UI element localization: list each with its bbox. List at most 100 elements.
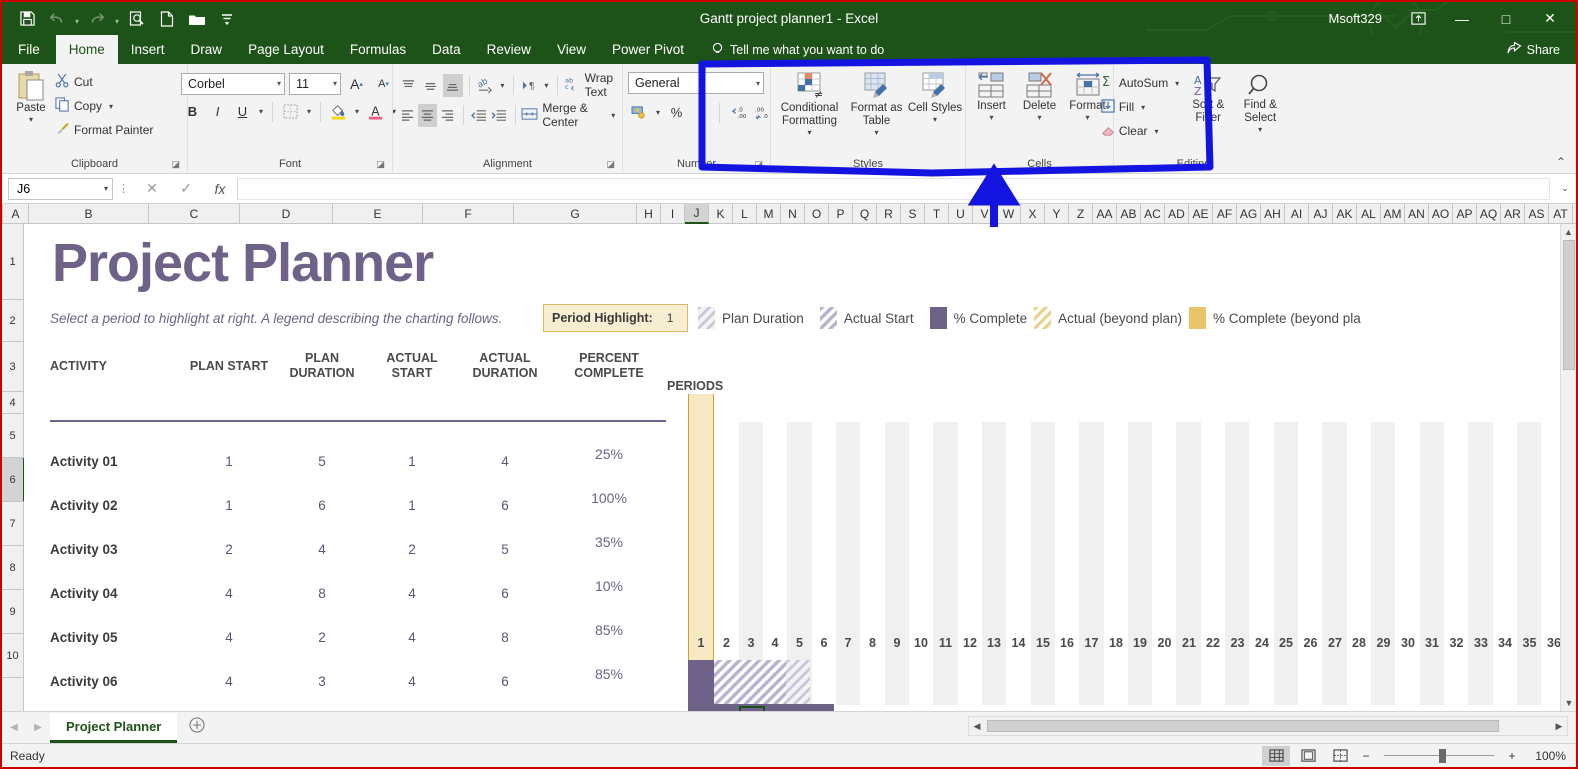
- open-folder-icon[interactable]: [182, 6, 212, 32]
- alignment-dialog-launcher-icon[interactable]: ◪: [606, 156, 615, 172]
- insert-function-icon[interactable]: fx: [203, 181, 237, 197]
- formula-input[interactable]: [237, 177, 1550, 200]
- sheet-tab-project-planner[interactable]: Project Planner: [50, 712, 178, 743]
- chevron-down-icon[interactable]: ▾: [1037, 113, 1041, 122]
- merge-center-button[interactable]: Merge & Center ▾: [521, 101, 617, 129]
- chevron-down-icon[interactable]: ▾: [933, 115, 937, 124]
- chevron-down-icon[interactable]: ▾: [1206, 125, 1210, 134]
- cut-button[interactable]: Cut: [55, 70, 153, 94]
- add-sheet-button[interactable]: [177, 717, 217, 738]
- column-header-D[interactable]: D: [240, 204, 333, 224]
- column-header-AS[interactable]: AS: [1525, 204, 1549, 224]
- row-header-2[interactable]: 2: [2, 300, 23, 342]
- row-header-10[interactable]: 10: [2, 634, 23, 678]
- increase-decimal-button[interactable]: .0.00: [726, 101, 749, 124]
- column-header-U[interactable]: U: [949, 204, 973, 224]
- column-header-A[interactable]: A: [3, 204, 29, 224]
- fill-button[interactable]: Fill ▾: [1101, 95, 1182, 119]
- redo-dropdown-icon[interactable]: ▾: [112, 6, 122, 32]
- merge-center-dropdown-icon[interactable]: ▾: [610, 111, 617, 120]
- column-header-AU[interactable]: AU: [1573, 204, 1576, 224]
- maximize-button[interactable]: □: [1484, 2, 1528, 35]
- column-header-F[interactable]: F: [423, 204, 514, 224]
- decrease-indent-button[interactable]: [470, 104, 488, 127]
- column-header-B[interactable]: B: [29, 204, 149, 224]
- format-painter-button[interactable]: Format Painter: [55, 118, 153, 142]
- column-header-J[interactable]: J: [685, 204, 709, 224]
- tab-review[interactable]: Review: [474, 35, 544, 64]
- chevron-down-icon[interactable]: ▾: [989, 113, 993, 122]
- redo-icon[interactable]: [82, 6, 112, 32]
- insert-cells-button[interactable]: Insert ▾: [968, 70, 1016, 122]
- select-all-button[interactable]: [2, 204, 3, 224]
- align-left-button[interactable]: [398, 104, 416, 127]
- quick-access-toolbar[interactable]: ▾ ▾: [2, 6, 242, 32]
- row-header-8[interactable]: 8: [2, 546, 23, 590]
- horizontal-scrollbar-thumb[interactable]: [987, 720, 1499, 732]
- row-header-3[interactable]: 3: [2, 342, 23, 392]
- undo-dropdown-icon[interactable]: ▾: [72, 6, 82, 32]
- column-header-Z[interactable]: Z: [1069, 204, 1093, 224]
- cell-styles-button[interactable]: Cell Styles ▾: [908, 70, 963, 124]
- row-header-5[interactable]: 5: [2, 414, 23, 458]
- cancel-formula-icon[interactable]: ✕: [135, 180, 169, 197]
- clear-dropdown-icon[interactable]: ▾: [1152, 127, 1162, 136]
- worksheet-canvas[interactable]: Project Planner Select a period to highl…: [24, 224, 1576, 711]
- horizontal-scrollbar[interactable]: ◀ ▶: [968, 716, 1568, 736]
- column-header-AC[interactable]: AC: [1141, 204, 1165, 224]
- customize-qat-icon[interactable]: [212, 6, 242, 32]
- underline-dropdown-icon[interactable]: ▾: [256, 107, 266, 116]
- autosum-button[interactable]: Σ AutoSum ▾: [1101, 71, 1182, 95]
- column-header-AE[interactable]: AE: [1189, 204, 1213, 224]
- underline-button[interactable]: U: [231, 100, 254, 123]
- chevron-down-icon[interactable]: ▾: [874, 128, 878, 137]
- period-highlight-box[interactable]: Period Highlight: 1: [543, 304, 688, 332]
- column-header-AR[interactable]: AR: [1501, 204, 1525, 224]
- collapse-ribbon-button[interactable]: ⌃: [1556, 155, 1566, 169]
- text-direction-dropdown-icon[interactable]: ▾: [542, 81, 551, 90]
- column-header-AH[interactable]: AH: [1261, 204, 1285, 224]
- grow-font-button[interactable]: A ▴: [345, 72, 368, 95]
- column-header-W[interactable]: W: [997, 204, 1021, 224]
- column-header-R[interactable]: R: [877, 204, 901, 224]
- new-file-icon[interactable]: [152, 6, 182, 32]
- column-header-AD[interactable]: AD: [1165, 204, 1189, 224]
- column-header-L[interactable]: L: [733, 204, 757, 224]
- column-header-AP[interactable]: AP: [1453, 204, 1477, 224]
- fill-color-dropdown-icon[interactable]: ▾: [352, 107, 362, 116]
- fill-dropdown-icon[interactable]: ▾: [1138, 103, 1148, 112]
- share-button[interactable]: Share: [1507, 35, 1576, 64]
- row-header-6[interactable]: 6: [2, 458, 25, 502]
- column-header-AB[interactable]: AB: [1117, 204, 1141, 224]
- format-as-table-button[interactable]: Format as Table ▾: [846, 70, 908, 137]
- column-header-AA[interactable]: AA: [1093, 204, 1117, 224]
- zoom-slider-thumb[interactable]: [1439, 748, 1446, 763]
- align-bottom-button[interactable]: [442, 73, 463, 97]
- orientation-button[interactable]: ab: [476, 74, 496, 97]
- tab-file[interactable]: File: [2, 35, 56, 64]
- delete-cells-button[interactable]: Delete ▾: [1016, 70, 1064, 122]
- column-header-X[interactable]: X: [1021, 204, 1045, 224]
- column-header-C[interactable]: C: [149, 204, 240, 224]
- column-header-AN[interactable]: AN: [1405, 204, 1429, 224]
- row-header-9[interactable]: 9: [2, 590, 23, 634]
- row-header-7[interactable]: 7: [2, 502, 23, 546]
- save-icon[interactable]: [12, 6, 42, 32]
- scroll-right-arrow-icon[interactable]: ▶: [1551, 721, 1567, 732]
- vertical-scrollbar-thumb[interactable]: [1563, 240, 1575, 370]
- chevron-down-icon[interactable]: ▾: [1258, 125, 1262, 134]
- borders-button[interactable]: [279, 100, 302, 123]
- number-format-combo[interactable]: General ▾: [628, 72, 764, 94]
- paste-dropdown-icon[interactable]: ▾: [29, 115, 33, 124]
- zoom-out-button[interactable]: −: [1358, 749, 1374, 763]
- tab-view[interactable]: View: [544, 35, 599, 64]
- clear-button[interactable]: Clear ▾: [1101, 119, 1182, 143]
- tab-data[interactable]: Data: [419, 35, 474, 64]
- column-header-N[interactable]: N: [781, 204, 805, 224]
- column-header-S[interactable]: S: [901, 204, 925, 224]
- column-header-AM[interactable]: AM: [1381, 204, 1405, 224]
- row-header-1[interactable]: 1: [2, 224, 23, 300]
- align-center-button[interactable]: [418, 103, 437, 127]
- page-layout-view-button[interactable]: [1294, 746, 1322, 766]
- undo-icon[interactable]: [42, 6, 72, 32]
